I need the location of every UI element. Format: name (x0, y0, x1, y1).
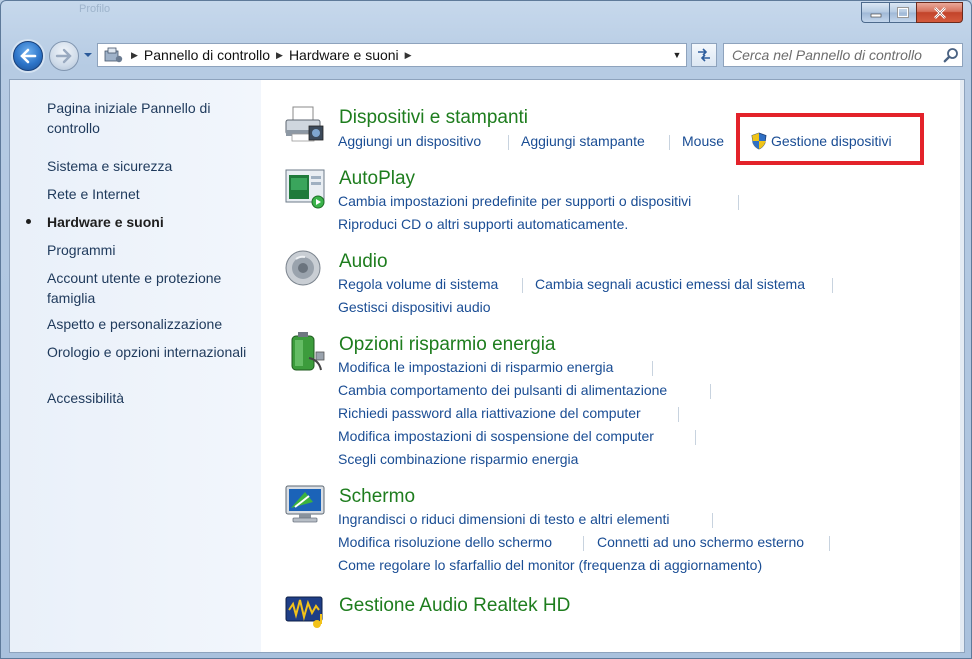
window-frame: Profilo ▶ Pannello di controllo ▶ Hardwa… (0, 0, 972, 659)
breadcrumb-chevron-icon[interactable]: ▶ (276, 50, 283, 61)
link-power-settings[interactable]: Modifica le impostazioni di risparmio en… (338, 359, 613, 375)
sidebar-item-clock-region[interactable]: Orologio e opzioni internazionali (47, 342, 247, 362)
breadcrumb-item-hardware[interactable]: Hardware e suoni (289, 47, 399, 63)
link-system-sounds[interactable]: Cambia segnali acustici emessi dal siste… (535, 276, 805, 292)
forward-button[interactable] (49, 41, 79, 71)
link-separator (712, 513, 713, 528)
autoplay-icon[interactable] (283, 166, 327, 210)
main-panel: Dispositivi e stampanti Aggiungi un disp… (261, 80, 964, 652)
link-autoplay-defaults[interactable]: Cambia impostazioni predefinite per supp… (338, 193, 691, 209)
close-icon (933, 6, 946, 19)
link-separator (678, 407, 679, 422)
search-icon[interactable] (940, 45, 962, 65)
sidebar: Pagina iniziale Pannello di controllo Si… (10, 80, 261, 652)
link-separator (829, 536, 830, 551)
link-text-size[interactable]: Ingrandisci o riduci dimensioni di testo… (338, 511, 670, 527)
navigation-bar: ▶ Pannello di controllo ▶ Hardware e suo… (9, 39, 965, 73)
link-power-plan[interactable]: Scegli combinazione risparmio energia (338, 451, 578, 467)
control-panel-icon (104, 47, 123, 63)
printer-icon[interactable] (283, 104, 327, 148)
minimize-button[interactable] (861, 2, 889, 23)
breadcrumb-chevron-icon[interactable]: ▶ (405, 50, 412, 61)
close-button[interactable] (916, 2, 963, 23)
link-external-display[interactable]: Connetti ad uno schermo esterno (597, 534, 804, 550)
battery-icon[interactable] (283, 330, 327, 374)
sidebar-item-accessibility[interactable]: Accessibilità (47, 388, 247, 408)
link-manage-audio-devices[interactable]: Gestisci dispositivi audio (338, 299, 491, 315)
link-add-device[interactable]: Aggiungi un dispositivo (338, 133, 481, 149)
address-bar[interactable]: ▶ Pannello di controllo ▶ Hardware e suo… (97, 43, 687, 67)
breadcrumb-item-control-panel[interactable]: Pannello di controllo (144, 47, 270, 63)
sidebar-item-home[interactable]: Pagina iniziale Pannello di controllo (47, 98, 247, 138)
back-button[interactable] (13, 41, 43, 71)
link-power-buttons[interactable]: Cambia comportamento dei pulsanti di ali… (338, 382, 667, 398)
highlight-box (736, 113, 924, 165)
sidebar-item-system-security[interactable]: Sistema e sicurezza (47, 156, 247, 176)
link-adjust-volume[interactable]: Regola volume di sistema (338, 276, 498, 292)
realtek-audio-icon[interactable] (283, 588, 327, 632)
refresh-icon (698, 48, 710, 62)
link-separator (583, 536, 584, 551)
link-autoplay-cd[interactable]: Riproduci CD o altri supporti automatica… (338, 216, 628, 232)
content-pane: Pagina iniziale Pannello di controllo Si… (9, 79, 965, 653)
link-screen-resolution[interactable]: Modifica risoluzione dello schermo (338, 534, 552, 550)
active-item-bullet-icon (26, 219, 31, 224)
minimize-icon (870, 13, 881, 17)
category-title-devices-printers[interactable]: Dispositivi e stampanti (339, 107, 528, 129)
window-controls (861, 2, 963, 23)
category-title-display[interactable]: Schermo (339, 486, 415, 508)
sidebar-item-programs[interactable]: Programmi (47, 240, 247, 260)
link-separator (669, 135, 670, 150)
content-right-edge (960, 80, 964, 652)
link-separator (738, 195, 739, 210)
link-refresh-rate[interactable]: Come regolare lo sfarfallio del monitor … (338, 557, 762, 573)
monitor-icon[interactable] (283, 482, 327, 526)
sidebar-item-appearance[interactable]: Aspetto e personalizzazione (47, 314, 247, 334)
category-title-realtek-audio[interactable]: Gestione Audio Realtek HD (339, 595, 570, 617)
link-separator (522, 278, 523, 293)
link-sleep-settings[interactable]: Modifica impostazioni di sospensione del… (338, 428, 654, 444)
link-mouse[interactable]: Mouse (682, 133, 724, 149)
maximize-icon (897, 7, 909, 18)
link-wake-password[interactable]: Richiedi password alla riattivazione del… (338, 405, 641, 421)
background-window-title: Profilo (79, 3, 111, 15)
sidebar-item-network[interactable]: Rete e Internet (47, 184, 247, 204)
link-separator (832, 278, 833, 293)
refresh-button[interactable] (691, 43, 717, 67)
category-title-power-options[interactable]: Opzioni risparmio energia (339, 334, 556, 356)
link-separator (710, 384, 711, 399)
link-separator (508, 135, 509, 150)
category-title-audio[interactable]: Audio (339, 251, 388, 273)
sidebar-item-hardware-sound: Hardware e suoni (47, 214, 164, 230)
recent-pages-dropdown-icon[interactable] (83, 51, 93, 59)
arrow-right-icon (55, 48, 72, 64)
category-title-autoplay[interactable]: AutoPlay (339, 168, 415, 190)
sidebar-item-user-accounts[interactable]: Account utente e protezione famiglia (47, 268, 247, 308)
speaker-icon[interactable] (283, 246, 327, 290)
link-separator (652, 361, 653, 376)
breadcrumb-chevron-icon[interactable]: ▶ (131, 50, 138, 61)
search-box (723, 43, 963, 67)
maximize-button[interactable] (889, 2, 916, 23)
arrow-left-icon (20, 48, 37, 64)
link-separator (695, 430, 696, 445)
link-add-printer[interactable]: Aggiungi stampante (521, 133, 645, 149)
address-history-dropdown-icon[interactable]: ▼ (668, 44, 686, 66)
title-bar[interactable]: Profilo (1, 1, 971, 37)
search-input[interactable] (724, 45, 940, 65)
